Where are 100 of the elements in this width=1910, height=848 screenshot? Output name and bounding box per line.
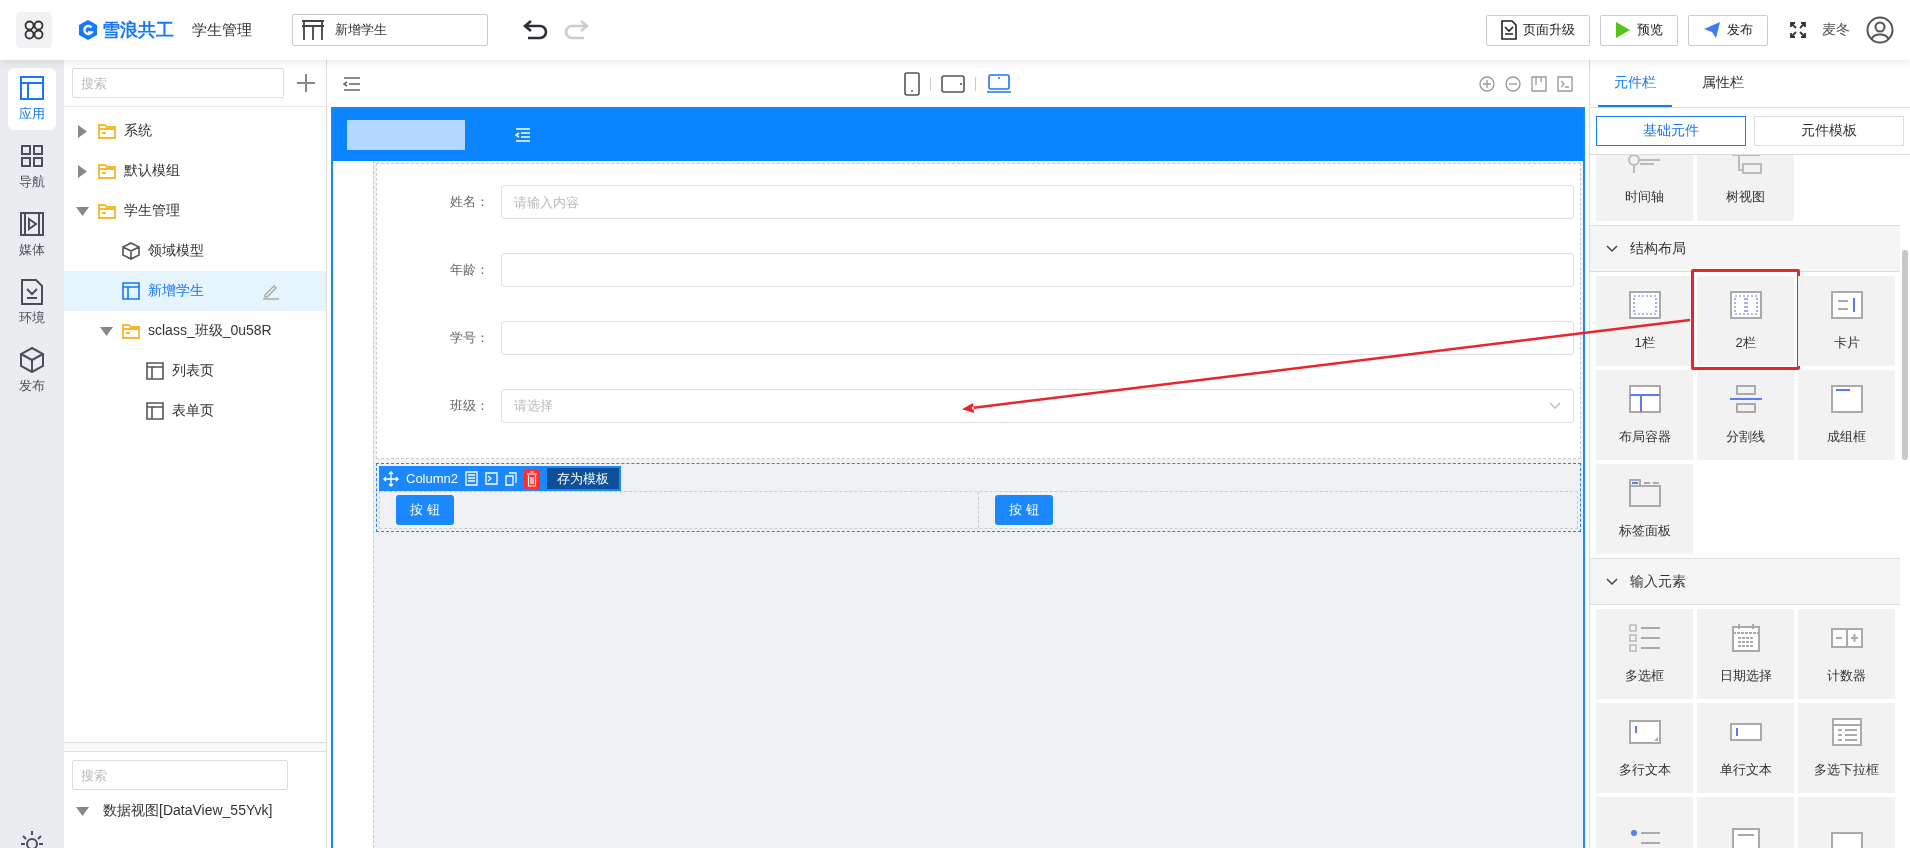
component-tile[interactable]: 多选框 bbox=[1596, 609, 1693, 699]
caret-down-icon[interactable] bbox=[76, 806, 89, 816]
search-field[interactable]: 搜索 bbox=[72, 760, 288, 790]
tree-item[interactable]: 系统 bbox=[64, 111, 326, 151]
upgrade-button[interactable]: 页面升级 bbox=[1486, 14, 1590, 46]
component-tile[interactable]: 2栏 bbox=[1697, 276, 1794, 366]
page-select[interactable]: 新增学生 bbox=[292, 14, 488, 46]
copy-icon[interactable] bbox=[505, 471, 518, 486]
tree-item[interactable]: 列表页 bbox=[64, 351, 326, 391]
table-icon bbox=[301, 19, 325, 41]
resize-handle[interactable] bbox=[64, 742, 326, 752]
logo-icon bbox=[78, 19, 98, 41]
page-layout-icon bbox=[146, 402, 164, 420]
apps-button[interactable] bbox=[16, 12, 52, 48]
caret-right-icon[interactable] bbox=[77, 164, 87, 178]
component-tile[interactable]: 单行文本 bbox=[1697, 703, 1794, 793]
rail-item[interactable]: 应用 bbox=[8, 68, 56, 130]
tree-item[interactable]: 数据视图[DataView_55Yvk] bbox=[72, 802, 318, 820]
rail-item[interactable]: 环境 bbox=[8, 272, 56, 334]
section-header[interactable]: 结构布局 bbox=[1590, 225, 1900, 272]
layout-icon bbox=[19, 75, 45, 101]
zoom-out-icon[interactable] bbox=[1505, 75, 1521, 92]
chevron-down-icon[interactable] bbox=[1606, 244, 1618, 253]
document-icon[interactable] bbox=[465, 471, 479, 486]
component-tile[interactable]: 时间轴 bbox=[1596, 155, 1693, 221]
search-field[interactable]: 搜索 bbox=[72, 68, 284, 98]
component-tile[interactable]: 多行文本 bbox=[1596, 703, 1693, 793]
settings-icon[interactable] bbox=[18, 828, 46, 848]
checkbox-list-icon bbox=[1627, 623, 1662, 653]
document-icon bbox=[19, 279, 45, 305]
component-tile[interactable]: 多选下拉框 bbox=[1798, 703, 1895, 793]
caret-down-icon[interactable] bbox=[99, 326, 113, 336]
folder-icon bbox=[98, 123, 116, 139]
collapse-icon[interactable] bbox=[343, 76, 361, 91]
sub-tab[interactable]: 基础元件 bbox=[1596, 116, 1746, 146]
single-column-icon bbox=[1627, 290, 1662, 320]
app-name: 学生管理 bbox=[192, 20, 252, 40]
divider-icon bbox=[1728, 384, 1763, 414]
tab-panel-icon bbox=[1627, 478, 1662, 508]
component-tile[interactable]: 布局容器 bbox=[1596, 370, 1693, 460]
tree-item[interactable]: 新增学生 bbox=[64, 271, 326, 311]
field-label: 班级： bbox=[449, 397, 490, 415]
rail-item[interactable]: 媒体 bbox=[8, 204, 56, 266]
tablet-icon[interactable] bbox=[941, 74, 965, 93]
user-name[interactable]: 麦冬 bbox=[1822, 21, 1850, 39]
folder-icon bbox=[98, 203, 116, 219]
page-layout-icon bbox=[146, 362, 164, 380]
phone-icon[interactable] bbox=[904, 71, 920, 96]
fullscreen-icon[interactable] bbox=[1790, 22, 1806, 38]
cube-icon bbox=[19, 347, 45, 373]
avatar-icon[interactable] bbox=[1866, 16, 1894, 44]
preview-button[interactable]: 预览 bbox=[1600, 14, 1678, 46]
add-icon[interactable] bbox=[296, 73, 316, 93]
input-field[interactable] bbox=[501, 253, 1574, 287]
component-tile[interactable]: 成组框 bbox=[1798, 370, 1895, 460]
folder-icon bbox=[122, 323, 140, 339]
chevron-down-icon[interactable] bbox=[1606, 577, 1618, 586]
rail-item[interactable]: 导航 bbox=[8, 136, 56, 198]
panel-tab[interactable]: 元件栏 bbox=[1598, 60, 1672, 107]
panel-tab[interactable]: 属性栏 bbox=[1686, 60, 1760, 107]
sub-tab[interactable]: 元件模板 bbox=[1754, 116, 1904, 146]
tree-item[interactable]: sclass_班级_0u58R bbox=[64, 311, 326, 351]
component-tile[interactable]: 树视图 bbox=[1697, 155, 1794, 221]
scrollbar[interactable] bbox=[1902, 250, 1908, 460]
document-icon bbox=[1501, 20, 1517, 40]
field-label: 学号： bbox=[449, 329, 490, 347]
delete-icon[interactable] bbox=[524, 468, 541, 489]
save-template-button[interactable]: 存为模板 bbox=[547, 468, 620, 489]
tree-item[interactable]: 表单页 bbox=[64, 391, 326, 431]
paper-plane-icon bbox=[1703, 21, 1721, 39]
input-field[interactable]: 请输入内容 bbox=[501, 185, 1574, 219]
board-icon[interactable] bbox=[1531, 75, 1547, 92]
publish-button[interactable]: 发布 bbox=[1688, 14, 1768, 46]
layout-icon bbox=[1627, 384, 1662, 414]
rail-item[interactable]: 发布 bbox=[8, 340, 56, 402]
component-tile[interactable]: 1栏 bbox=[1596, 276, 1693, 366]
chevron-down-icon bbox=[1549, 402, 1561, 410]
input-field[interactable] bbox=[501, 321, 1574, 355]
card-icon bbox=[1829, 290, 1864, 320]
component-tile[interactable]: 卡片 bbox=[1798, 276, 1895, 366]
menu-fold-icon[interactable] bbox=[515, 128, 531, 142]
component-tile[interactable]: 日期选择 bbox=[1697, 609, 1794, 699]
undo-icon[interactable] bbox=[522, 19, 550, 41]
laptop-icon[interactable] bbox=[986, 73, 1012, 94]
move-icon[interactable] bbox=[383, 470, 399, 487]
caret-down-icon[interactable] bbox=[75, 206, 89, 216]
section-header[interactable]: 输入元素 bbox=[1590, 558, 1900, 605]
terminal-icon[interactable] bbox=[1557, 75, 1573, 92]
tree-item[interactable]: 领域模型 bbox=[64, 231, 326, 271]
tree-item[interactable]: 默认模组 bbox=[64, 151, 326, 191]
zoom-in-icon[interactable] bbox=[1479, 75, 1495, 92]
column-component[interactable]: Column2 存为模板 按 钮 按 钮 bbox=[376, 463, 1581, 532]
component-tile[interactable]: 计数器 bbox=[1798, 609, 1895, 699]
video-icon bbox=[19, 211, 45, 237]
textarea-icon bbox=[1627, 717, 1662, 747]
two-column-icon bbox=[1728, 290, 1763, 320]
tree-item[interactable]: 学生管理 bbox=[64, 191, 326, 231]
component-tile[interactable]: 分割线 bbox=[1697, 370, 1794, 460]
caret-right-icon[interactable] bbox=[77, 124, 87, 138]
component-tile[interactable]: 标签面板 bbox=[1596, 464, 1693, 554]
